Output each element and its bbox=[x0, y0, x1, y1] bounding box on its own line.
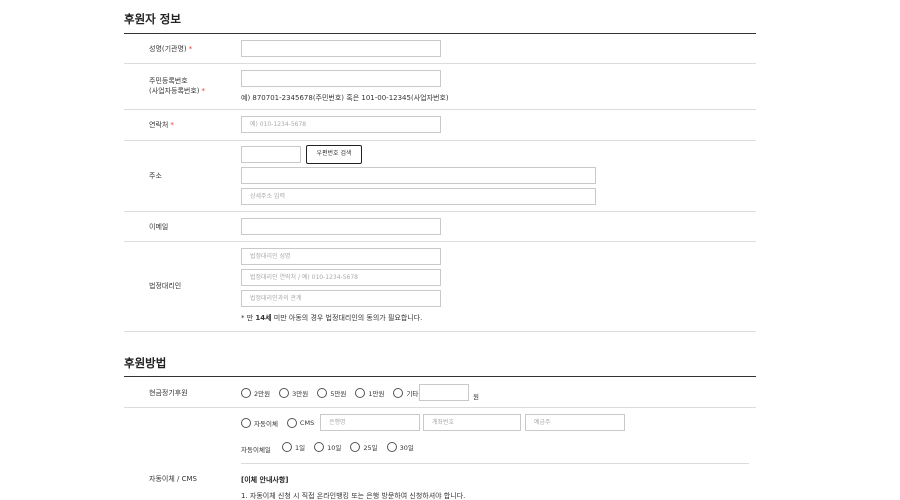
section-divider bbox=[124, 33, 756, 34]
rrn-help-text: 예) 870701-2345678(주민번호) 혹은 101-00-12345(… bbox=[241, 94, 449, 102]
address-label: 주소 bbox=[149, 172, 162, 180]
bank-name-input[interactable]: 은행명 bbox=[320, 414, 420, 431]
guardian-name-input[interactable]: 법정대리인 성명 bbox=[241, 248, 441, 265]
amount-unit: 원 bbox=[473, 393, 479, 401]
rrn-label-line2: (사업자등록번호) bbox=[149, 87, 200, 95]
rrn-label: 주민등록번호 (사업자등록번호) * bbox=[149, 76, 205, 96]
transfer-day-option-label: 25일 bbox=[363, 444, 378, 452]
notice-title: [이체 안내사항] bbox=[241, 476, 289, 484]
amount-option-label: 5만원 bbox=[330, 390, 347, 398]
guardian-phone-input[interactable]: 법정대리인 연락처 / 예) 010-1234-5678 bbox=[241, 269, 441, 286]
transfer-day-30[interactable]: 30일 bbox=[386, 442, 414, 452]
guardian-label: 법정대리인 bbox=[149, 282, 182, 290]
section-divider bbox=[124, 376, 756, 377]
transfer-type-radio-group: 자동이체 CMS bbox=[241, 418, 323, 428]
transfer-day-label: 자동이체일 bbox=[241, 446, 271, 454]
transfer-day-1[interactable]: 1일 bbox=[282, 442, 305, 452]
phone-label-text: 연락처 bbox=[149, 121, 169, 129]
regular-donation-label: 현금정기후원 bbox=[149, 389, 188, 397]
transfer-day-option-label: 10일 bbox=[327, 444, 342, 452]
amount-option-label: 3만원 bbox=[292, 390, 309, 398]
amount-option-10000[interactable]: 1만원 bbox=[355, 388, 384, 398]
guardian-relation-input[interactable]: 법정대리인과의 관계 bbox=[241, 290, 441, 307]
amount-option-label: 기타 bbox=[406, 390, 419, 398]
address-input[interactable] bbox=[241, 167, 596, 184]
transfer-day-radio-group: 1일 10일 25일 30일 bbox=[282, 442, 423, 452]
other-amount-input[interactable] bbox=[419, 384, 469, 401]
radio-circle-icon bbox=[279, 388, 290, 398]
notice-divider bbox=[241, 463, 749, 464]
required-mark: * bbox=[201, 87, 206, 95]
transfer-label: 자동이체 / CMS bbox=[149, 475, 197, 483]
amount-option-20000[interactable]: 2만원 bbox=[241, 388, 270, 398]
transfer-day-option-label: 1일 bbox=[295, 444, 306, 452]
radio-circle-icon bbox=[350, 442, 361, 452]
account-number-input[interactable]: 계좌번호 bbox=[423, 414, 521, 431]
radio-circle-icon bbox=[241, 388, 251, 398]
name-label-text: 성명(기관명) bbox=[149, 45, 187, 53]
phone-label: 연락처 * bbox=[149, 120, 174, 130]
phone-input[interactable]: 예) 010-1234-5678 bbox=[241, 116, 441, 133]
required-mark: * bbox=[170, 121, 174, 129]
amount-option-label: 2만원 bbox=[254, 390, 271, 398]
radio-circle-icon bbox=[314, 442, 325, 452]
radio-circle-icon bbox=[386, 442, 397, 452]
row-divider bbox=[124, 63, 756, 64]
radio-circle-icon bbox=[355, 388, 366, 398]
amount-option-label: 1만원 bbox=[368, 390, 385, 398]
row-divider bbox=[124, 241, 756, 242]
transfer-type-cms[interactable]: CMS bbox=[286, 418, 315, 428]
required-mark: * bbox=[188, 45, 193, 53]
guardian-note-prefix: * 만 bbox=[241, 314, 256, 322]
row-divider bbox=[124, 211, 756, 212]
transfer-type-auto[interactable]: 자동이체 bbox=[241, 418, 278, 428]
radio-circle-icon bbox=[393, 388, 404, 398]
radio-circle-icon bbox=[286, 418, 297, 428]
transfer-type-label: 자동이체 bbox=[254, 420, 278, 428]
donor-section-title: 후원자 정보 bbox=[124, 12, 181, 26]
email-label: 이메일 bbox=[149, 223, 169, 231]
email-input[interactable] bbox=[241, 218, 441, 235]
guardian-note-suffix: 미만 아동의 경우 법정대리인의 동의가 필요합니다. bbox=[271, 314, 423, 322]
row-divider bbox=[124, 140, 756, 141]
amount-option-other[interactable]: 기타 bbox=[393, 388, 418, 398]
zipcode-search-button[interactable]: 우편번호 검색 bbox=[306, 145, 362, 164]
name-label: 성명(기관명) * bbox=[149, 44, 192, 54]
amount-radio-group: 2만원 3만원 5만원 1만원 기타 bbox=[241, 388, 427, 398]
notice-line: 1. 자동이체 신청 시 직접 온라인뱅킹 또는 은행 방문하여 신청하셔야 합… bbox=[241, 492, 466, 500]
guardian-note-age: 14세 bbox=[255, 314, 272, 322]
rrn-input[interactable] bbox=[241, 70, 441, 87]
transfer-type-label: CMS bbox=[299, 419, 315, 427]
transfer-day-option-label: 30일 bbox=[399, 444, 414, 452]
radio-circle-icon bbox=[282, 442, 292, 452]
amount-option-30000[interactable]: 3만원 bbox=[279, 388, 308, 398]
row-divider bbox=[124, 407, 756, 408]
radio-circle-icon bbox=[241, 418, 251, 428]
radio-circle-icon bbox=[317, 388, 328, 398]
transfer-day-25[interactable]: 25일 bbox=[350, 442, 378, 452]
account-holder-input[interactable]: 예금주 bbox=[525, 414, 625, 431]
guardian-note: * 만 14세 미만 아동의 경우 법정대리인의 동의가 필요합니다. bbox=[241, 313, 422, 323]
row-divider bbox=[124, 331, 756, 332]
method-section-title: 후원방법 bbox=[124, 356, 167, 370]
name-input[interactable] bbox=[241, 40, 441, 57]
row-divider bbox=[124, 109, 756, 110]
zipcode-input[interactable] bbox=[241, 146, 301, 163]
address-detail-input[interactable]: 상세주소 입력 bbox=[241, 188, 596, 205]
amount-option-50000[interactable]: 5만원 bbox=[317, 388, 346, 398]
transfer-day-10[interactable]: 10일 bbox=[314, 442, 341, 452]
rrn-label-line1: 주민등록번호 bbox=[149, 77, 188, 85]
